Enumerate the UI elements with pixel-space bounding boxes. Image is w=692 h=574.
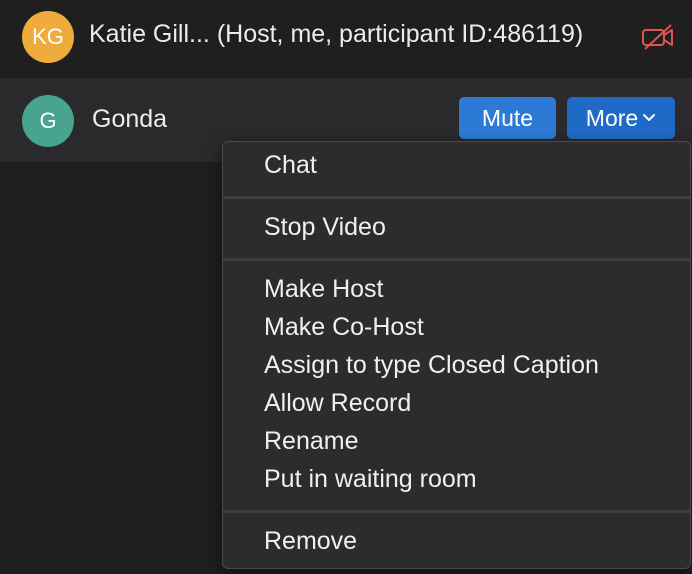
menu-item-remove[interactable]: Remove	[264, 527, 357, 556]
menu-item-chat[interactable]: Chat	[264, 151, 317, 180]
avatar: KG	[22, 11, 74, 63]
menu-item-make-cohost[interactable]: Make Co-Host	[264, 313, 424, 342]
menu-divider	[223, 258, 690, 261]
mute-button[interactable]: Mute	[459, 97, 556, 139]
menu-item-waiting-room[interactable]: Put in waiting room	[264, 465, 477, 494]
menu-item-assign-closed-caption[interactable]: Assign to type Closed Caption	[264, 351, 599, 380]
more-button-label: More	[585, 104, 639, 131]
menu-item-stop-video[interactable]: Stop Video	[264, 213, 386, 242]
video-off-icon[interactable]	[641, 23, 675, 51]
participants-panel: KG Katie Gill... (Host, me, participant …	[0, 0, 692, 574]
menu-divider	[223, 196, 690, 199]
menu-item-make-host[interactable]: Make Host	[264, 275, 383, 304]
mute-button-label: Mute	[481, 104, 534, 131]
participant-name: Katie Gill... (Host, me, participant ID:…	[89, 20, 584, 48]
chevron-down-icon	[643, 114, 656, 121]
participant-name: Gonda	[92, 105, 168, 133]
participant-row-host[interactable]: KG Katie Gill... (Host, me, participant …	[0, 0, 692, 76]
menu-divider	[223, 510, 690, 513]
more-button[interactable]: More	[567, 97, 675, 139]
menu-item-rename[interactable]: Rename	[264, 427, 359, 456]
menu-item-allow-record[interactable]: Allow Record	[264, 389, 411, 418]
more-dropdown-menu: Chat Stop Video Make Host Make Co-Host A…	[222, 141, 691, 569]
avatar: G	[22, 95, 74, 147]
